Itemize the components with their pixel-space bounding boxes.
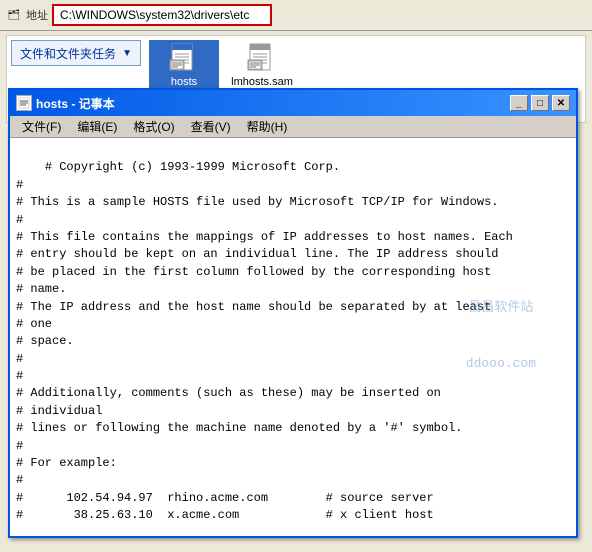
hosts-file-icon: [168, 42, 200, 74]
lmhosts-file-icon: [246, 42, 278, 74]
chevron-down-icon: ▼: [122, 48, 132, 59]
task-panel-label: 文件和文件夹任务: [20, 45, 116, 62]
notepad-text: # Copyright (c) 1993-1999 Microsoft Corp…: [16, 160, 513, 532]
watermark: 昌昌软件站 ddooo.com: [466, 261, 536, 412]
address-path: C:\WINDOWS\system32\drivers\etc: [60, 8, 249, 22]
window-controls: _ □ ✕: [510, 95, 570, 111]
watermark-line2: ddooo.com: [466, 355, 536, 374]
menu-help[interactable]: 帮助(H): [239, 116, 296, 137]
maximize-button[interactable]: □: [531, 95, 549, 111]
address-box[interactable]: C:\WINDOWS\system32\drivers\etc: [52, 4, 272, 26]
address-bar-area: 🗂 地址 C:\WINDOWS\system32\drivers\etc: [0, 0, 592, 31]
notepad-window: hosts - 记事本 _ □ ✕ 文件(F) 编辑(E) 格式(O) 查看(V…: [8, 88, 578, 538]
address-icon: 🗂: [6, 7, 22, 23]
notepad-menubar: 文件(F) 编辑(E) 格式(O) 查看(V) 帮助(H): [10, 116, 576, 138]
address-label: 地址: [26, 7, 48, 23]
notepad-titlebar: hosts - 记事本 _ □ ✕: [10, 90, 576, 116]
task-panel[interactable]: 文件和文件夹任务 ▼: [11, 40, 141, 66]
menu-edit[interactable]: 编辑(E): [69, 116, 125, 137]
notepad-title-icon: [16, 95, 32, 111]
menu-view[interactable]: 查看(V): [183, 116, 239, 137]
notepad-title: hosts - 记事本: [36, 95, 506, 112]
minimize-button[interactable]: _: [510, 95, 528, 111]
menu-format[interactable]: 格式(O): [125, 116, 182, 137]
close-button[interactable]: ✕: [552, 95, 570, 111]
menu-file[interactable]: 文件(F): [14, 116, 69, 137]
notepad-content[interactable]: # Copyright (c) 1993-1999 Microsoft Corp…: [10, 138, 576, 532]
